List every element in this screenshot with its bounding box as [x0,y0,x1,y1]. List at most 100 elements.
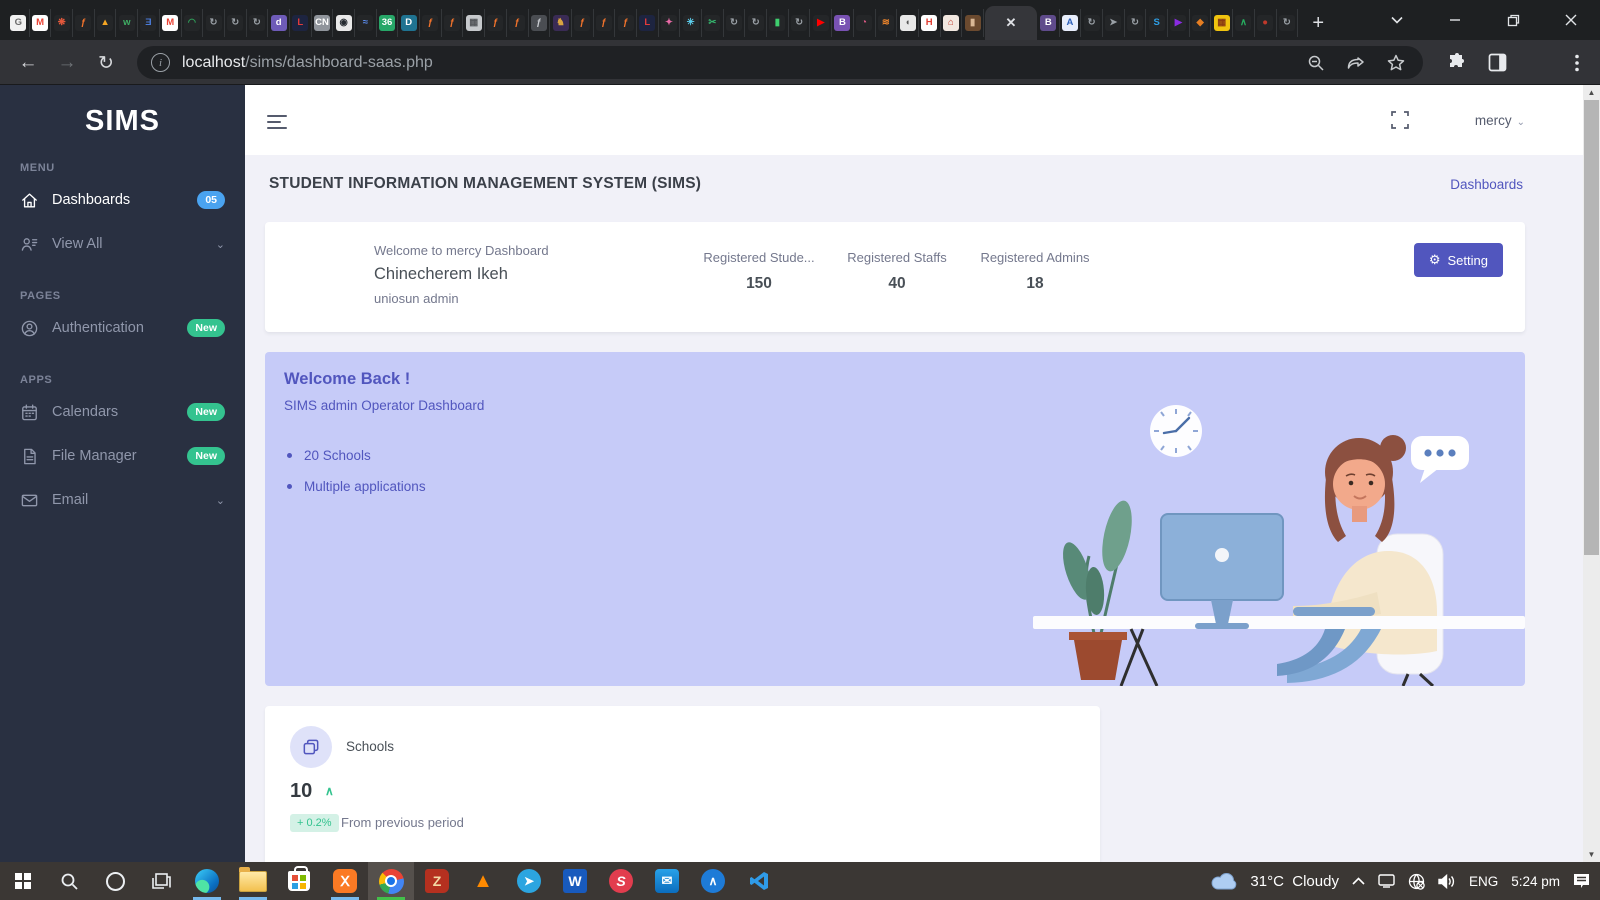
back-button[interactable]: ← [14,49,42,77]
pinned-tab[interactable]: ƒ [73,9,95,37]
browser-menu-icon[interactable] [1564,50,1590,76]
taskbar-app-zotero[interactable]: Z [414,862,460,900]
pinned-tab[interactable]: ƒ [572,9,594,37]
extensions-icon[interactable] [1444,50,1470,76]
pinned-tab[interactable]: ƒ [507,9,529,37]
fullscreen-icon[interactable] [1391,111,1409,129]
browser-profile-avatar[interactable] [1524,50,1550,76]
taskbar-app-edge[interactable] [184,862,230,900]
tab-search-icon[interactable] [1368,0,1426,40]
cortana-icon[interactable] [92,862,138,900]
pinned-tab[interactable]: ▮ [767,9,789,37]
scroll-down-icon[interactable]: ▼ [1583,847,1600,862]
volume-icon[interactable] [1438,873,1456,889]
side-panel-icon[interactable] [1484,50,1510,76]
zoom-out-icon[interactable] [1303,50,1329,76]
pinned-tab[interactable]: G [8,9,30,37]
pinned-tab[interactable]: ▦ [1211,9,1234,37]
setting-button[interactable]: ⚙ Setting [1413,243,1503,277]
pinned-tab[interactable]: ↻ [724,9,746,37]
pinned-tab[interactable]: L [637,9,659,37]
pinned-tab[interactable]: ▦ [463,9,486,37]
task-view-icon[interactable] [138,862,184,900]
pinned-tab[interactable]: ◠ [182,9,204,37]
taskbar-app-blue-app[interactable]: ∧ [690,862,736,900]
taskbar-app-vscode[interactable] [736,862,782,900]
pinned-tab[interactable]: ● [1255,9,1277,37]
pinned-tab[interactable]: ✦ [659,9,681,37]
taskbar-app-chrome[interactable] [368,862,414,900]
menu-toggle-icon[interactable] [267,111,287,133]
taskbar-app-store[interactable] [276,862,322,900]
pinned-tab[interactable]: ↻ [1125,9,1147,37]
pinned-tab[interactable]: B [832,9,854,37]
pinned-tab[interactable]: Ǝ [138,9,160,37]
taskbar-app-telegram[interactable]: ➤ [506,862,552,900]
pinned-tab[interactable]: ✳ [680,9,702,37]
banner-bullet[interactable]: 20 Schools [287,448,426,463]
pinned-tab[interactable]: ◉ [333,9,355,37]
user-menu[interactable]: mercy ⌄ [1475,113,1525,128]
pinned-tab[interactable]: ↻ [225,9,247,37]
search-icon[interactable] [46,862,92,900]
forward-button[interactable]: → [53,49,81,77]
pinned-tab[interactable]: ƒ [442,9,464,37]
taskbar-app-word[interactable]: W [552,862,598,900]
pinned-tab[interactable]: ⌂ [941,9,963,37]
active-tab[interactable]: ✕ [984,6,1037,40]
share-icon[interactable] [1343,50,1369,76]
pinned-tab[interactable]: d [268,9,290,37]
pinned-tab[interactable]: M [160,9,182,37]
pinned-tab[interactable]: ƒ [420,9,442,37]
pinned-tab[interactable]: ↻ [247,9,269,37]
pinned-tab[interactable]: ↻ [1081,9,1103,37]
pinned-tab[interactable]: ∧ [1233,9,1255,37]
taskbar-app-red-app[interactable]: S [598,862,644,900]
pinned-tab[interactable]: ➤ [1103,9,1125,37]
pinned-tab[interactable]: ▮ [962,9,984,37]
sidebar-item-dashboards[interactable]: Dashboards 05 [0,178,245,222]
pinned-tab[interactable]: ↻ [789,9,811,37]
pinned-tab[interactable]: ≋ [876,9,898,37]
pinned-tab[interactable]: ≈ [355,9,377,37]
pinned-tab[interactable]: w [116,9,139,37]
taskbar-app-mail[interactable]: ✉ [644,862,690,900]
taskbar-app-xampp[interactable]: ⵝ [322,862,368,900]
pinned-tab[interactable]: ♞ [550,9,572,37]
close-window-button[interactable] [1542,0,1600,40]
sidebar-item-email[interactable]: Email ⌄ [0,478,245,522]
reload-button[interactable]: ↻ [92,49,120,77]
tray-expand-icon[interactable] [1352,877,1365,885]
pinned-tab[interactable]: A [1060,9,1082,37]
start-button[interactable] [0,862,46,900]
action-center-icon[interactable] [1573,873,1590,889]
pinned-tab[interactable]: M [30,9,52,37]
url-text[interactable]: localhost/sims/dashboard-saas.php [182,54,433,72]
sidebar-item-calendars[interactable]: Calendars New [0,390,245,434]
weather-temp[interactable]: 31°C Cloudy [1250,873,1339,890]
pinned-tab[interactable]: ◖ [897,9,919,37]
pinned-tab[interactable]: ↻ [203,9,225,37]
address-bar[interactable]: i localhost/sims/dashboard-saas.php [137,46,1423,79]
clock-time[interactable]: 5:24 pm [1511,874,1560,889]
language-indicator[interactable]: ENG [1469,874,1498,889]
user-avatar[interactable] [1425,103,1459,137]
pinned-tab[interactable]: ✂ [702,9,724,37]
pinned-tab[interactable]: ƒ [485,9,507,37]
bookmark-star-icon[interactable] [1383,50,1409,76]
pinned-tab[interactable]: ◆ [1190,9,1212,37]
pinned-tab[interactable]: ❋ [51,9,74,37]
pinned-tab[interactable]: H [919,9,941,37]
close-tab-icon[interactable]: ✕ [1005,15,1016,31]
pinned-tab[interactable]: ▶ [1168,9,1190,37]
pinned-tab[interactable]: ƒ [594,9,616,37]
taskbar-app-vlc[interactable]: ▲ [460,862,506,900]
site-info-icon[interactable]: i [151,53,170,72]
sidebar-item-file-manager[interactable]: File Manager New [0,434,245,478]
cast-icon[interactable] [1378,874,1395,888]
maximize-button[interactable] [1484,0,1542,40]
pinned-tab[interactable]: ↻ [745,9,768,37]
new-tab-button[interactable]: + [1304,9,1332,37]
pinned-tab[interactable]: ↻ [1277,9,1299,37]
app-logo[interactable]: SIMS [0,85,245,138]
